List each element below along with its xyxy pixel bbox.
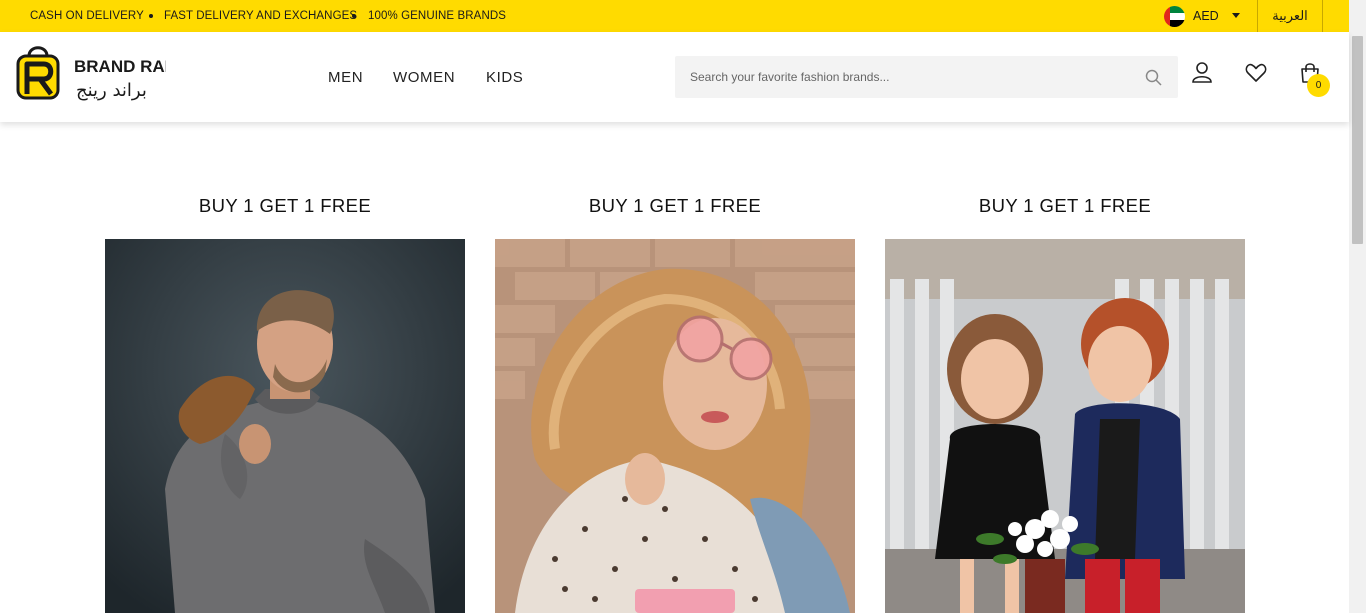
chevron-down-icon[interactable] bbox=[1232, 13, 1240, 18]
promo-fast-delivery: FAST DELIVERY AND EXCHANGES bbox=[164, 10, 358, 22]
bullet-dot bbox=[352, 14, 356, 18]
promo-title[interactable]: BUY 1 GET 1 FREE bbox=[105, 190, 465, 222]
scrollbar-thumb[interactable] bbox=[1352, 36, 1363, 244]
logo-text-en: BRAND RANGE bbox=[74, 57, 166, 76]
search-placeholder[interactable]: Search your favorite fashion brands... bbox=[690, 56, 889, 98]
search-icon[interactable] bbox=[1145, 69, 1162, 86]
cart-count-badge[interactable]: 0 bbox=[1307, 74, 1330, 97]
promo-genuine-brands: 100% GENUINE BRANDS bbox=[368, 10, 507, 22]
announcement-bar: CASH ON DELIVERY FAST DELIVERY AND EXCHA… bbox=[0, 0, 1366, 32]
kids-model-photo[interactable] bbox=[885, 239, 1245, 613]
promo-card-women[interactable]: BUY 1 GET 1 FREE bbox=[495, 190, 855, 613]
site-header: BRAND RANGE براند رينج MEN WOMEN KIDS Se… bbox=[0, 32, 1349, 122]
nav-women[interactable]: WOMEN bbox=[393, 32, 455, 122]
heart-icon[interactable] bbox=[1245, 63, 1267, 83]
nav-kids[interactable]: KIDS bbox=[486, 32, 523, 122]
language-switch[interactable]: العربية bbox=[1257, 0, 1323, 32]
page-scrollbar[interactable] bbox=[1349, 0, 1366, 613]
promo-title[interactable]: BUY 1 GET 1 FREE bbox=[495, 190, 855, 222]
nav-men[interactable]: MEN bbox=[328, 32, 363, 122]
promo-title[interactable]: BUY 1 GET 1 FREE bbox=[885, 190, 1245, 222]
logo-text-ar: براند رينج bbox=[76, 80, 147, 101]
logo-mark-icon: BRAND RANGE براند رينج bbox=[16, 46, 202, 101]
user-icon[interactable] bbox=[1191, 61, 1213, 83]
women-model-photo[interactable] bbox=[495, 239, 855, 613]
currency-code: AED bbox=[1193, 9, 1219, 23]
brand-logo[interactable]: BRAND RANGE براند رينج bbox=[16, 42, 202, 104]
promo-cash-on-delivery: CASH ON DELIVERY bbox=[30, 10, 144, 22]
currency-selector[interactable]: AED bbox=[1164, 5, 1219, 27]
men-model-photo[interactable] bbox=[105, 239, 465, 613]
promo-card-kids[interactable]: BUY 1 GET 1 FREE bbox=[885, 190, 1245, 613]
promo-card-men[interactable]: BUY 1 GET 1 FREE bbox=[105, 190, 465, 613]
bullet-dot bbox=[149, 14, 153, 18]
uae-flag-icon bbox=[1164, 5, 1185, 27]
search-bar[interactable]: Search your favorite fashion brands... bbox=[675, 56, 1178, 98]
